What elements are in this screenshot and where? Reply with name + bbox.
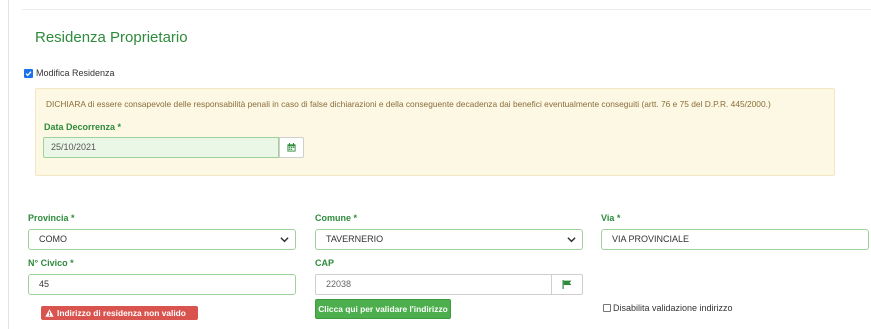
date-picker-button[interactable] [279,137,304,158]
modify-residence-label: Modifica Residenza [36,68,115,78]
date-decorrenza-input[interactable]: 25/10/2021 [43,137,279,158]
top-divider [22,9,871,10]
cap-flag-button[interactable] [551,274,583,295]
disable-validation-row[interactable]: Disabilita validazione indirizzo [603,303,733,313]
left-border [8,0,9,329]
flag-icon [562,280,572,289]
disable-validation-label: Disabilita validazione indirizzo [613,303,733,313]
date-decorrenza-label: Data Decorrenza * [44,122,122,132]
via-input[interactable]: VIA PROVINCIALE [601,229,869,250]
comune-select[interactable]: TAVERNERIO [315,229,583,250]
chevron-down-icon [567,237,576,243]
civico-label: N° Civico * [28,258,74,268]
cap-input[interactable]: 22038 [315,274,552,295]
declaration-text: DICHIARA di essere consapevole delle res… [46,99,771,109]
declaration-panel: DICHIARA di essere consapevole delle res… [35,88,835,176]
civico-input[interactable]: 45 [28,274,296,295]
comune-label: Comune * [315,213,358,223]
section-title: Residenza Proprietario [35,29,188,46]
chevron-down-icon [280,237,289,243]
address-invalid-badge: Indirizzo di residenza non valido [41,306,198,320]
provincia-label: Provincia * [28,213,75,223]
address-invalid-text: Indirizzo di residenza non valido [57,308,186,318]
via-label: Via * [601,213,621,223]
checkmark-icon [25,70,32,76]
provincia-value: COMO [39,234,67,244]
cap-label: CAP [315,258,335,268]
validate-address-button[interactable]: Clicca qui per validare l'indirizzo [315,299,451,319]
comune-value: TAVERNERIO [326,234,384,244]
disable-validation-checkbox[interactable] [603,304,611,312]
modify-residence-checkbox[interactable] [24,68,33,78]
warning-icon [45,309,54,317]
calendar-icon [287,143,296,152]
modify-residence-row[interactable]: Modifica Residenza [24,68,115,78]
provincia-select[interactable]: COMO [28,229,296,250]
